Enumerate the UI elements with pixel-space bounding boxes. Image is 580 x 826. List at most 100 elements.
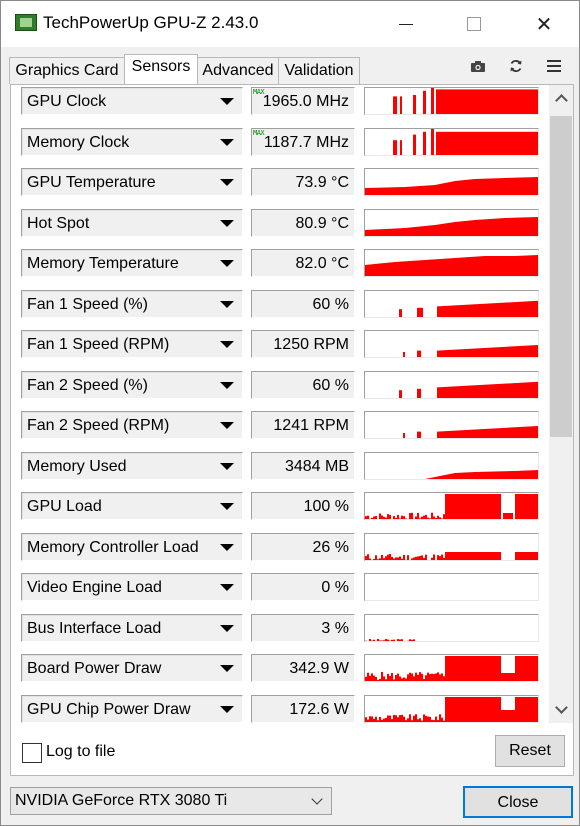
sensor-name-dropdown[interactable]: GPU Load <box>21 492 243 520</box>
sensor-graph[interactable] <box>364 168 539 196</box>
sensor-value: 1250 RPM <box>273 336 349 353</box>
sensor-name-dropdown[interactable]: Fan 2 Speed (RPM) <box>21 411 243 439</box>
tab-sensors[interactable]: Sensors <box>124 54 198 84</box>
sensor-graph[interactable] <box>364 613 539 642</box>
hamburger-menu-icon[interactable] <box>540 55 568 77</box>
sensor-history-graph <box>365 469 538 479</box>
dropdown-arrow-icon <box>220 422 234 429</box>
sensor-value: 26 % <box>312 538 349 556</box>
tab-advanced[interactable]: Advanced <box>197 57 279 84</box>
reset-button[interactable]: Reset <box>495 735 565 767</box>
sensor-name-dropdown[interactable]: GPU Temperature <box>21 168 243 196</box>
sensor-name-label: Hot Spot <box>27 214 90 232</box>
vertical-scrollbar[interactable] <box>549 85 573 723</box>
sensor-name-dropdown[interactable]: Fan 2 Speed (%) <box>21 370 243 399</box>
sensor-name-label: Fan 2 Speed (%) <box>27 376 148 394</box>
dropdown-arrow-icon <box>220 219 234 227</box>
sensor-value: 100 % <box>303 498 349 515</box>
sensor-row: Video Engine Load 0 % <box>11 572 549 612</box>
refresh-icon[interactable] <box>502 55 530 77</box>
sensor-name-label: Fan 1 Speed (RPM) <box>27 336 170 353</box>
sensor-row: Memory Controller Load 26 % <box>11 532 549 572</box>
sensor-graph[interactable] <box>364 573 539 601</box>
sensor-value: 1965.0 MHz <box>262 93 349 110</box>
dropdown-arrow-icon <box>220 624 234 632</box>
log-to-file-label: Log to file <box>46 743 116 760</box>
sensor-graph[interactable] <box>364 127 539 156</box>
sensor-value-field: 26 % <box>251 532 355 561</box>
sensor-graph[interactable] <box>364 492 539 520</box>
sensor-history-graph <box>365 177 538 195</box>
sensor-name-label: Memory Temperature <box>27 255 179 272</box>
tab-validation[interactable]: Validation <box>278 57 360 84</box>
sensor-graph[interactable] <box>364 87 539 115</box>
sensor-value: 3 % <box>321 619 349 637</box>
close-button[interactable]: Close <box>463 786 573 818</box>
sensor-value-field: 60 % <box>251 289 355 318</box>
scroll-down-button[interactable] <box>549 699 573 721</box>
sensor-graph[interactable] <box>364 654 539 682</box>
sensor-row: Memory Used 3484 MB <box>11 451 549 491</box>
minimize-button[interactable] <box>371 1 441 47</box>
sensor-history-graph <box>365 216 538 236</box>
log-to-file-checkbox[interactable] <box>22 743 42 763</box>
sensor-value-field: MAX 1965.0 MHz <box>251 87 355 115</box>
dropdown-arrow-icon <box>220 341 234 348</box>
sensor-graph[interactable] <box>364 694 539 723</box>
sensor-graph[interactable] <box>364 370 539 399</box>
sensor-name-dropdown[interactable]: GPU Clock <box>21 87 243 115</box>
sensor-graph[interactable] <box>364 208 539 237</box>
sensor-value: 60 % <box>312 295 349 313</box>
dropdown-arrow-icon <box>220 179 234 186</box>
sensor-name-dropdown[interactable]: Fan 1 Speed (%) <box>21 289 243 318</box>
sensor-name-dropdown[interactable]: Memory Temperature <box>21 249 243 277</box>
max-indicator: MAX <box>253 128 265 137</box>
sensor-name-label: Memory Used <box>27 457 127 475</box>
camera-icon[interactable] <box>464 55 492 77</box>
sensor-name-label: GPU Load <box>27 498 102 515</box>
sensor-graph[interactable] <box>364 330 539 358</box>
tab-graphics-card[interactable]: Graphics Card <box>9 57 125 84</box>
sensor-value: 1241 RPM <box>273 417 349 434</box>
sensor-name-label: Fan 2 Speed (RPM) <box>27 417 170 434</box>
gpu-select-dropdown[interactable]: NVIDIA GeForce RTX 3080 Ti <box>10 787 332 815</box>
sensor-name-dropdown[interactable]: Hot Spot <box>21 208 243 237</box>
sensor-row: Memory Temperature 82.0 °C <box>11 248 549 288</box>
sensor-history-graph <box>399 381 538 398</box>
sensor-value: 172.6 W <box>289 700 349 718</box>
sensor-history-graph <box>403 345 538 357</box>
sensor-name-dropdown[interactable]: GPU Chip Power Draw <box>21 694 243 723</box>
sensor-value-field: 1250 RPM <box>251 330 355 358</box>
sensor-name-dropdown[interactable]: Bus Interface Load <box>21 613 243 642</box>
dropdown-arrow-icon <box>220 503 234 510</box>
sensor-value: 73.9 °C <box>295 174 349 191</box>
window-title: TechPowerUp GPU-Z 2.43.0 <box>43 13 259 32</box>
sensor-value: 1187.7 MHz <box>263 133 349 151</box>
close-icon: ✕ <box>535 13 553 36</box>
dropdown-arrow-icon <box>220 300 234 308</box>
sensor-row: Bus Interface Load 3 % <box>11 613 549 653</box>
sensor-name-dropdown[interactable]: Fan 1 Speed (RPM) <box>21 330 243 358</box>
sensor-row: GPU Chip Power Draw 172.6 W <box>11 694 549 724</box>
sensor-value: 342.9 W <box>289 660 349 677</box>
sensor-graph[interactable] <box>364 249 539 277</box>
sensor-name-dropdown[interactable]: Video Engine Load <box>21 573 243 601</box>
sensor-name-label: Bus Interface Load <box>27 619 162 637</box>
sensor-graph[interactable] <box>364 451 539 480</box>
scrollbar-thumb[interactable] <box>550 116 572 437</box>
close-window-button[interactable]: ✕ <box>509 1 579 47</box>
sensor-name-dropdown[interactable]: Memory Controller Load <box>21 532 243 561</box>
scroll-up-button[interactable] <box>549 87 573 109</box>
sensor-history-graph <box>393 88 538 114</box>
sensor-history-graph <box>365 574 539 601</box>
sensor-name-dropdown[interactable]: Board Power Draw <box>21 654 243 682</box>
sensor-graph[interactable] <box>364 411 539 439</box>
sensor-graph[interactable] <box>364 289 539 318</box>
maximize-button[interactable] <box>439 1 509 47</box>
sensors-panel: GPU Clock MAX 1965.0 MHz Memory Clock MAX 118… <box>10 84 574 776</box>
sensor-graph[interactable] <box>364 532 539 561</box>
sensor-value-field: 342.9 W <box>251 654 355 682</box>
sensor-name-dropdown[interactable]: Memory Clock <box>21 127 243 156</box>
sensor-row: Fan 1 Speed (RPM) 1250 RPM <box>11 329 549 369</box>
sensor-name-dropdown[interactable]: Memory Used <box>21 451 243 480</box>
